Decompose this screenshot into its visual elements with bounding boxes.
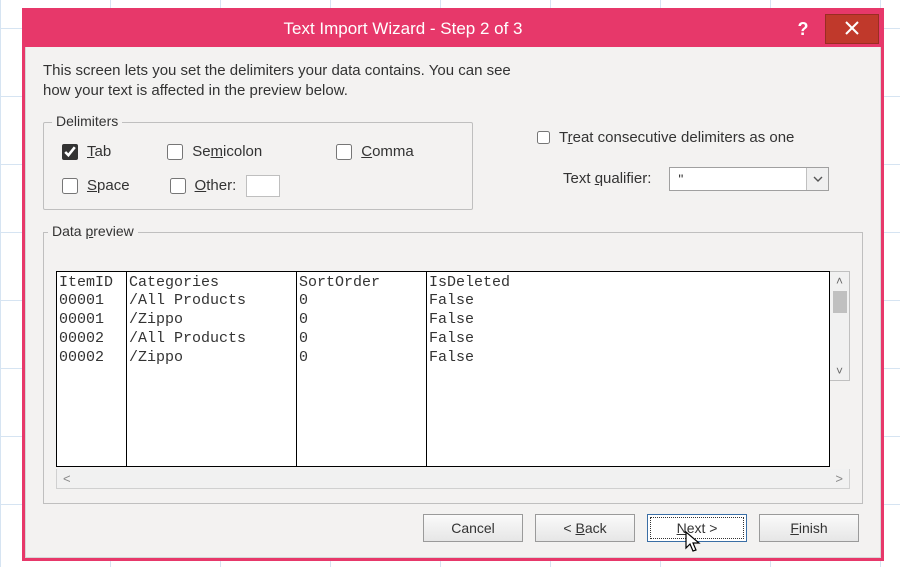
text-import-wizard-dialog: Text Import Wizard - Step 2 of 3 ? This … [22, 8, 884, 561]
dialog-button-row: Cancel < Back Next > Finish [43, 504, 863, 550]
treat-consecutive[interactable]: Treat consecutive delimiters as one [533, 128, 863, 147]
data-preview-fieldset: Data preview ItemID 00001 00001 00002 00… [43, 232, 863, 505]
delimiter-other[interactable]: Other: [166, 175, 281, 197]
treat-consecutive-checkbox[interactable] [537, 131, 550, 144]
delimiter-semicolon[interactable]: Semicolon [163, 141, 262, 163]
delimiters-fieldset: Delimiters Tab Semicolon Com [43, 122, 473, 210]
delimiter-other-input[interactable] [246, 175, 280, 197]
preview-column: IsDeleted False False False False [427, 272, 829, 467]
instructions-line1: This screen lets you set the delimiters … [43, 62, 511, 79]
back-button[interactable]: < Back [535, 514, 635, 542]
text-qualifier-value: " [678, 171, 683, 187]
cancel-button[interactable]: Cancel [423, 514, 523, 542]
delimiter-options-right: Treat consecutive delimiters as one Text… [473, 116, 863, 191]
scroll-right-icon[interactable]: > [835, 471, 843, 486]
scroll-thumb[interactable] [833, 291, 847, 313]
instructions-line2: how your text is affected in the preview… [43, 82, 348, 99]
next-button[interactable]: Next > [647, 514, 747, 542]
delimiter-other-checkbox[interactable] [170, 178, 186, 194]
preview-column: SortOrder 0 0 0 0 [297, 272, 427, 467]
finish-button[interactable]: Finish [759, 514, 859, 542]
delimiter-semicolon-checkbox[interactable] [167, 144, 183, 160]
close-button[interactable] [825, 14, 879, 44]
preview-column: Categories /All Products /Zippo /All Pro… [127, 272, 297, 467]
titlebar: Text Import Wizard - Step 2 of 3 ? [25, 11, 881, 47]
delimiter-space[interactable]: Space [58, 175, 130, 197]
delimiter-comma[interactable]: Comma [332, 141, 414, 163]
chevron-down-icon [806, 168, 828, 190]
delimiters-legend: Delimiters [52, 113, 122, 129]
scroll-left-icon[interactable]: < [63, 471, 71, 486]
data-preview-table: ItemID 00001 00001 00002 00002Categories… [56, 271, 830, 468]
close-icon [845, 21, 859, 38]
instructions-text: This screen lets you set the delimiters … [43, 61, 863, 102]
delimiter-tab-checkbox[interactable] [62, 144, 78, 160]
help-button[interactable]: ? [781, 19, 825, 40]
dialog-body: This screen lets you set the delimiters … [25, 47, 881, 558]
preview-horizontal-scrollbar[interactable]: < > [56, 469, 850, 489]
delimiter-comma-checkbox[interactable] [336, 144, 352, 160]
delimiter-tab[interactable]: Tab [58, 141, 111, 163]
scroll-up-icon[interactable]: ˄ [830, 272, 849, 290]
preview-vertical-scrollbar[interactable]: ˄ ˅ [830, 271, 850, 381]
text-qualifier-label: Text qualifier: [563, 170, 651, 187]
preview-column: ItemID 00001 00001 00002 00002 [57, 272, 127, 467]
delimiter-space-checkbox[interactable] [62, 178, 78, 194]
data-preview-legend: Data preview [48, 223, 138, 239]
text-qualifier-select[interactable]: " [669, 167, 829, 191]
dialog-title: Text Import Wizard - Step 2 of 3 [25, 19, 781, 39]
scroll-down-icon[interactable]: ˅ [830, 362, 849, 380]
